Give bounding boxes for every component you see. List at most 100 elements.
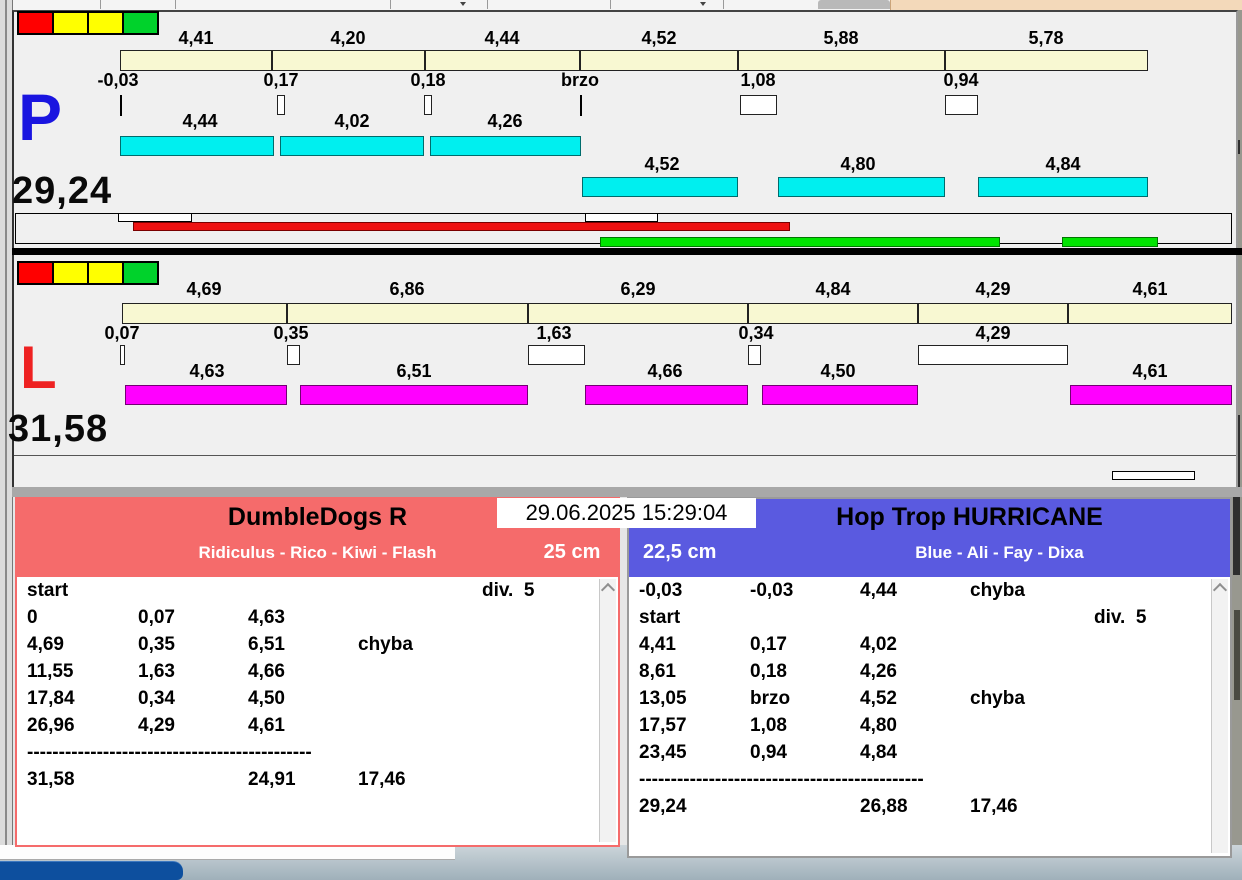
change-tick [580, 95, 582, 116]
status-square [124, 263, 157, 283]
split-bar-segment [748, 303, 918, 324]
run-time-label: 4,63 [189, 361, 225, 381]
table-cell: start [639, 607, 681, 628]
scrollbar-left[interactable] [599, 579, 616, 842]
table-cell: -0,03 [750, 580, 794, 601]
split-bar-segment [580, 50, 738, 71]
change-box [287, 345, 300, 365]
table-cell: 0 [27, 607, 38, 628]
results-table-right: -0,03 -0,03 4,44 chyba start div. 5 4,41 0,17 4,… [633, 580, 1208, 854]
status-square [19, 263, 52, 283]
change-time-label: 0,07 [104, 323, 140, 343]
results-table-left: start div. 5 0 0,07 4,63 4,69 0,35 6,51 chyba 11,… [21, 580, 596, 843]
jump-height-right: 22,5 cm [643, 541, 717, 563]
split-bar-segment [528, 303, 748, 324]
scroll-up-icon[interactable] [600, 582, 616, 598]
table-cell: 11,55 [27, 661, 74, 682]
table-cell: 4,84 [860, 742, 897, 763]
scroll-up-icon[interactable] [1212, 582, 1228, 598]
split-bar-segment [122, 303, 287, 324]
split-bar-segment [272, 50, 425, 71]
table-cell: 6,51 [248, 634, 285, 655]
change-time-label: 4,29 [975, 323, 1011, 343]
lane-p-status-squares [17, 11, 159, 35]
lane-l-status-squares [17, 261, 159, 285]
run-time-label: 4,80 [840, 154, 876, 174]
table-cell: 4,52 [860, 688, 897, 709]
run-bar [300, 385, 528, 405]
table-cell: 17,46 [358, 769, 406, 790]
change-time-label: 1,63 [536, 323, 572, 343]
table-cell: chyba [970, 580, 1025, 601]
run-bar [778, 177, 945, 197]
green-progress-bar [600, 237, 1000, 247]
table-cell: chyba [970, 688, 1025, 709]
status-square [19, 13, 52, 33]
table-cell: 4,26 [860, 661, 897, 682]
split-time-label: 4,20 [330, 28, 366, 48]
table-cell: 0,35 [138, 634, 175, 655]
change-box [748, 345, 761, 365]
run-bar [762, 385, 918, 405]
section-separator [12, 487, 1242, 497]
split-bar-segment [1068, 303, 1232, 324]
app-window: 4,41 4,20 4,44 4,52 5,88 5,78 -0,03 0,17 0,18 brz… [0, 0, 1242, 880]
split-time-label: 4,29 [975, 279, 1011, 299]
table-cell: 0,17 [750, 634, 787, 655]
run-bar [585, 385, 748, 405]
run-time-label: 4,61 [1132, 361, 1168, 381]
table-cell: 0,18 [750, 661, 787, 682]
marker-box [1112, 471, 1195, 480]
separator-dashes: ----------------------------------------… [639, 769, 924, 790]
change-box [277, 95, 285, 115]
change-time-label: 0,18 [410, 70, 446, 90]
change-box [120, 345, 125, 365]
table-cell: 4,02 [860, 634, 897, 655]
lane-p-total-time: 29,24 [12, 170, 113, 212]
red-progress-bar [133, 222, 790, 231]
table-cell: 13,05 [639, 688, 687, 709]
run-time-label: 4,02 [334, 111, 370, 131]
split-time-label: 4,84 [815, 279, 851, 299]
change-box [424, 95, 432, 115]
panel-remnant [0, 845, 455, 860]
split-time-label: 6,86 [389, 279, 425, 299]
team-panel-right: Hop Trop HURRICANE Blue - Ali - Fay - Di… [627, 497, 1232, 858]
status-square [89, 13, 122, 33]
separator-dashes: ----------------------------------------… [27, 742, 312, 763]
split-time-label: 6,29 [620, 279, 656, 299]
scrollbar-right[interactable] [1211, 579, 1228, 853]
table-cell: 4,41 [639, 634, 676, 655]
split-bar-segment [425, 50, 580, 71]
run-bar [582, 177, 738, 197]
taskbar-fragment [0, 861, 183, 880]
run-time-label: 4,66 [647, 361, 683, 381]
split-time-label: 4,61 [1132, 279, 1168, 299]
table-cell: 26,96 [27, 715, 75, 736]
table-cell: 4,66 [248, 661, 285, 682]
background-window-fragment [1234, 610, 1240, 700]
table-cell: 4,44 [860, 580, 897, 601]
run-time-label: 4,50 [820, 361, 856, 381]
table-cell: 4,50 [248, 688, 285, 709]
change-tick [120, 95, 122, 116]
table-cell: 17,57 [639, 715, 687, 736]
pass-marker-box [585, 213, 658, 222]
team-panel-left: DumbleDogs R Ridiculus - Rico - Kiwi - F… [15, 497, 620, 847]
baseline [14, 455, 1236, 456]
table-cell: 8,61 [639, 661, 676, 682]
table-cell: brzo [750, 688, 791, 709]
lane-p-letter: P [18, 80, 63, 154]
status-square [89, 263, 122, 283]
run-bar [978, 177, 1148, 197]
lane-divider [12, 248, 1242, 255]
change-time-label: 0,34 [738, 323, 774, 343]
split-time-label: 4,41 [178, 28, 214, 48]
table-cell: 26,88 [860, 796, 908, 817]
change-time-label: 0,94 [943, 70, 979, 90]
run-bar [1070, 385, 1232, 405]
table-cell: 23,45 [639, 742, 687, 763]
table-cell: 4,29 [138, 715, 175, 736]
split-bar-segment [738, 50, 945, 71]
table-cell: 4,80 [860, 715, 897, 736]
